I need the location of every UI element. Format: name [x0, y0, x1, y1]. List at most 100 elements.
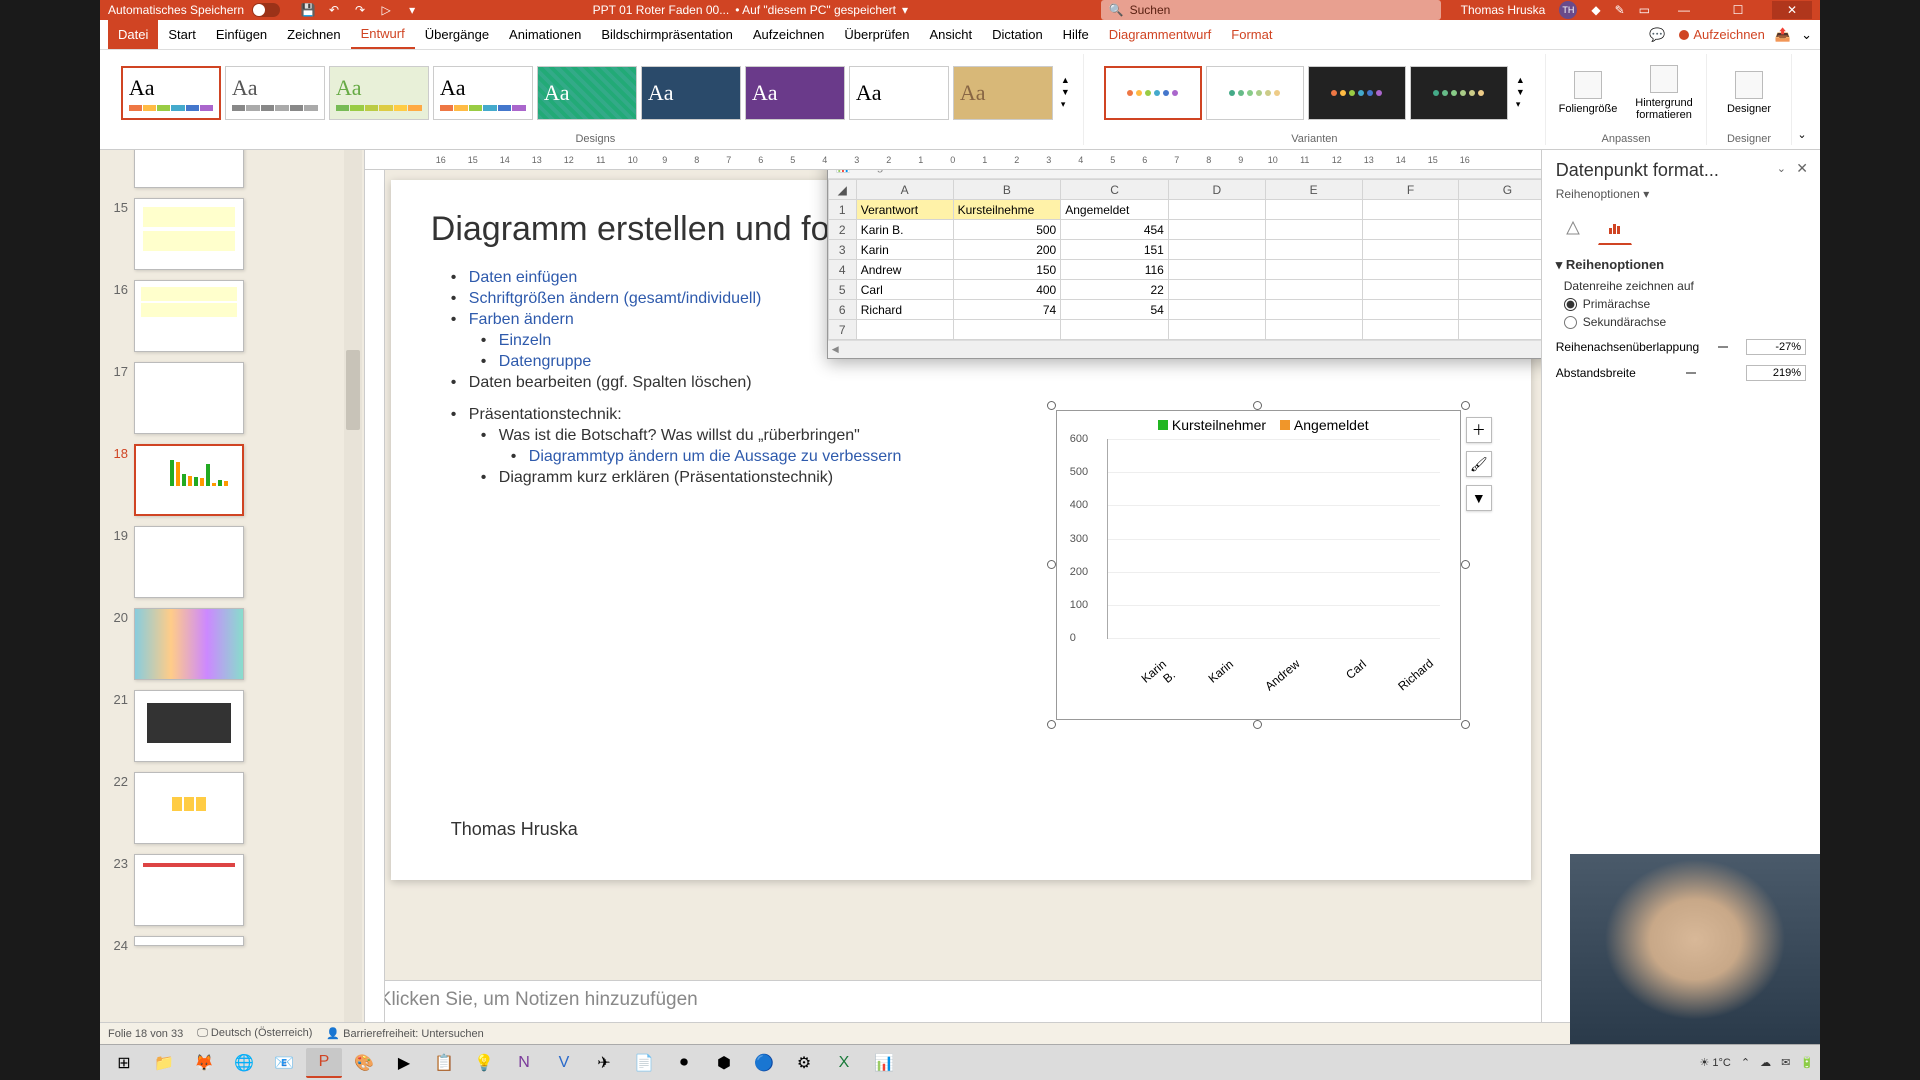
autosave-toggle[interactable]	[252, 3, 280, 17]
col-F[interactable]: F	[1362, 180, 1459, 200]
variant-4[interactable]	[1410, 66, 1508, 120]
design-theme-4[interactable]: Aa	[433, 66, 533, 120]
design-theme-2[interactable]: Aa	[225, 66, 325, 120]
chart-filter-button[interactable]: ▼	[1466, 485, 1492, 511]
designer-button[interactable]: Designer	[1713, 67, 1785, 119]
tab-dictation[interactable]: Dictation	[982, 20, 1053, 49]
format-tab-series[interactable]	[1598, 211, 1632, 245]
thumbs-scrollbar[interactable]	[344, 150, 362, 1024]
slide-thumb-20[interactable]	[134, 608, 244, 680]
slide-thumb-21[interactable]	[134, 690, 244, 762]
design-theme-9[interactable]: Aa	[953, 66, 1053, 120]
variant-3[interactable]	[1308, 66, 1406, 120]
data-cell[interactable]: 74	[953, 300, 1061, 320]
gap-input[interactable]	[1746, 365, 1806, 381]
secondary-axis-radio[interactable]: Sekundärachse	[1564, 315, 1806, 329]
chart-object[interactable]: Kursteilnehmer Angemeldet 01002003004005…	[1056, 410, 1461, 720]
tab-insert[interactable]: Einfügen	[206, 20, 277, 49]
window-icon[interactable]: ▭	[1639, 3, 1650, 17]
taskbar-app-1[interactable]: 🎨	[346, 1048, 382, 1078]
tab-format[interactable]: Format	[1221, 20, 1282, 49]
design-theme-6[interactable]: Aa	[641, 66, 741, 120]
col-C[interactable]: C	[1061, 180, 1169, 200]
record-button[interactable]: Aufzeichnen	[1679, 27, 1765, 42]
taskbar-vlc[interactable]: ▶	[386, 1048, 422, 1078]
data-grid[interactable]: ◢ A B C D E F G 1VerantwortKursteilnehme…	[828, 179, 1541, 340]
taskbar-app-3[interactable]: 💡	[466, 1048, 502, 1078]
taskbar-chrome[interactable]: 🌐	[226, 1048, 262, 1078]
maximize-button[interactable]: ☐	[1718, 1, 1758, 19]
undo-icon[interactable]: ↶	[326, 2, 342, 18]
overlap-slider[interactable]	[1718, 340, 1728, 354]
slide-thumb-17[interactable]	[134, 362, 244, 434]
col-B[interactable]: B	[953, 180, 1061, 200]
taskbar-excel[interactable]: X	[826, 1048, 862, 1078]
taskbar-app-6[interactable]: ⬢	[706, 1048, 742, 1078]
taskbar-telegram[interactable]: ✈	[586, 1048, 622, 1078]
tab-review[interactable]: Überprüfen	[834, 20, 919, 49]
designs-scroll-down[interactable]: ▼	[1061, 87, 1070, 97]
chart-plot[interactable]: 0100200300400500600	[1107, 439, 1440, 639]
tab-draw[interactable]: Zeichnen	[277, 20, 350, 49]
chart-legend[interactable]: Kursteilnehmer Angemeldet	[1057, 411, 1460, 439]
taskbar-powerpoint[interactable]: P	[306, 1048, 342, 1078]
data-cell[interactable]: Karin B.	[856, 220, 953, 240]
start-menu-button[interactable]: ⊞	[106, 1048, 142, 1078]
taskbar-app-7[interactable]: 🔵	[746, 1048, 782, 1078]
design-theme-8[interactable]: Aa	[849, 66, 949, 120]
qat-more-icon[interactable]: ▾	[404, 2, 420, 18]
format-pane-close-button[interactable]: ✕	[1796, 160, 1808, 177]
ribbon-expand-icon[interactable]: ⌄	[1797, 128, 1806, 141]
tray-mail-icon[interactable]: ✉	[1781, 1056, 1790, 1069]
search-box[interactable]: 🔍 Suchen	[1101, 0, 1441, 20]
variants-scroll-up[interactable]: ▲	[1516, 75, 1525, 85]
col-A[interactable]: A	[856, 180, 953, 200]
user-avatar[interactable]: TH	[1559, 1, 1577, 19]
col-G[interactable]: G	[1459, 180, 1541, 200]
data-cell[interactable]: 151	[1061, 240, 1169, 260]
designs-scroll-up[interactable]: ▲	[1061, 75, 1070, 85]
tray-expand-icon[interactable]: ⌃	[1741, 1056, 1750, 1069]
cell-C1[interactable]: Angemeldet	[1061, 200, 1169, 220]
chart-data-window[interactable]: 📊 Diagramm in Microsoft PowerPoint ✕ ◢ A…	[827, 170, 1541, 359]
tray-onedrive-icon[interactable]: ☁	[1760, 1056, 1771, 1069]
variants-scroll-down[interactable]: ▼	[1516, 87, 1525, 97]
tab-slideshow[interactable]: Bildschirmpräsentation	[591, 20, 743, 49]
comments-icon[interactable]: 💬	[1649, 27, 1665, 43]
data-cell[interactable]: 22	[1061, 280, 1169, 300]
variant-1[interactable]	[1104, 66, 1202, 120]
data-hscrollbar[interactable]	[828, 340, 1541, 358]
user-name[interactable]: Thomas Hruska	[1461, 3, 1546, 17]
tab-file[interactable]: Datei	[108, 20, 158, 49]
notes-placeholder[interactable]: Klicken Sie, um Notizen hinzuzufügen	[365, 980, 1541, 1024]
slide-counter[interactable]: Folie 18 von 33	[108, 1028, 183, 1040]
taskbar-firefox[interactable]: 🦊	[186, 1048, 222, 1078]
design-theme-1[interactable]: Aa	[121, 66, 221, 120]
data-cell[interactable]: 54	[1061, 300, 1169, 320]
format-pane-dropdown[interactable]: Reihenoptionen ▾	[1556, 187, 1806, 201]
variants-more[interactable]: ▾	[1516, 99, 1525, 110]
select-all-cell[interactable]: ◢	[828, 180, 856, 200]
overlap-input[interactable]	[1746, 339, 1806, 355]
ribbon-collapse-icon[interactable]: ⌄	[1801, 27, 1812, 43]
save-icon[interactable]: 💾	[300, 2, 316, 18]
data-cell[interactable]: 454	[1061, 220, 1169, 240]
tab-view[interactable]: Ansicht	[919, 20, 982, 49]
tray-battery-icon[interactable]: 🔋	[1800, 1056, 1814, 1069]
slide-thumb-18[interactable]	[134, 444, 244, 516]
cell-B1[interactable]: Kursteilnehme	[953, 200, 1061, 220]
taskbar-outlook[interactable]: 📧	[266, 1048, 302, 1078]
primary-axis-radio[interactable]: Primärachse	[1564, 297, 1806, 311]
data-cell[interactable]: 200	[953, 240, 1061, 260]
taskbar-app-8[interactable]: 📊	[866, 1048, 902, 1078]
tab-help[interactable]: Hilfe	[1053, 20, 1099, 49]
taskbar-app-2[interactable]: 📋	[426, 1048, 462, 1078]
data-cell[interactable]: Richard	[856, 300, 953, 320]
redo-icon[interactable]: ↷	[352, 2, 368, 18]
col-E[interactable]: E	[1265, 180, 1362, 200]
tab-design[interactable]: Entwurf	[351, 20, 415, 49]
tab-chart-design[interactable]: Diagrammentwurf	[1099, 20, 1222, 49]
col-D[interactable]: D	[1168, 180, 1265, 200]
format-tab-fill[interactable]	[1556, 211, 1590, 245]
designs-more[interactable]: ▾	[1061, 99, 1070, 110]
